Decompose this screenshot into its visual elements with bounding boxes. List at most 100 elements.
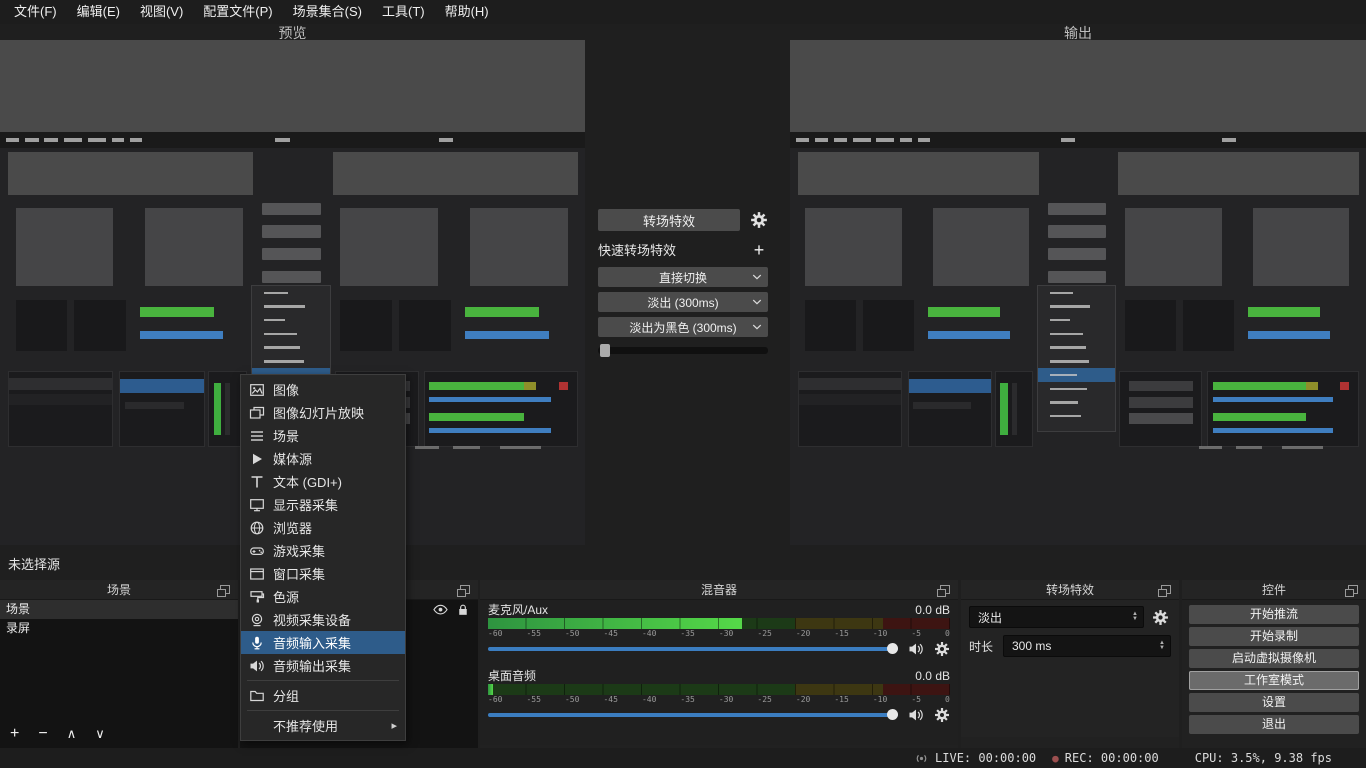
menu-item-folder[interactable]: 分组 (241, 684, 405, 707)
duration-spinbox[interactable]: 300 ms ▲▼ (1003, 635, 1171, 657)
controls-dock: 控件 开始推流开始录制启动虚拟摄像机工作室模式设置退出 (1182, 580, 1366, 748)
menu-tools[interactable]: 工具(T) (372, 0, 435, 24)
spinner-arrows-icon[interactable]: ▲▼ (1159, 641, 1165, 651)
color-icon (249, 589, 265, 605)
menu-help[interactable]: 帮助(H) (435, 0, 499, 24)
scene-item[interactable]: 录屏 (0, 619, 238, 638)
menu-edit[interactable]: 编辑(E) (67, 0, 130, 24)
speaker-mute-icon[interactable] (908, 641, 924, 657)
add-scene-button[interactable]: + (10, 722, 19, 746)
menu-item-scene[interactable]: 场景 (241, 424, 405, 447)
mixer-channels: 麦克风/Aux0.0 dB-60-55-50-45-40-35-30-25-20… (480, 600, 958, 745)
dock-popout-icon[interactable] (460, 585, 470, 594)
submenu-arrow-icon: ▸ (391, 719, 397, 732)
volume-slider-knob[interactable] (887, 709, 898, 720)
menu-separator (247, 680, 399, 681)
menu-item-media[interactable]: 媒体源 (241, 447, 405, 470)
move-scene-up-button[interactable]: ∧ (67, 722, 77, 746)
quick-transition-list: 直接切换淡出 (300ms) 淡出为黑色 (300ms) (598, 267, 768, 337)
audio-meter (488, 684, 950, 695)
menu-item-game[interactable]: 游戏采集 (241, 539, 405, 562)
transition-gear-icon[interactable] (1152, 609, 1169, 626)
browser-icon (249, 520, 265, 536)
mixer-dock-title: 混音器 (701, 581, 737, 598)
scenes-list: 场景录屏 (0, 600, 238, 638)
menu-item-mic[interactable]: 音频输入采集 (241, 631, 405, 654)
status-bar: LIVE: 00:00:00 ● REC: 00:00:00 CPU: 3.5%… (0, 748, 1366, 768)
window-icon (249, 566, 265, 582)
volume-slider[interactable] (488, 713, 898, 717)
transition-controls: 转场特效 快速转场特效 + 直接切换淡出 (300ms) 淡出为黑色 (300ms… (598, 209, 768, 354)
dock-popout-icon[interactable] (1161, 585, 1171, 594)
no-source-selected-text: 未选择源 (8, 554, 60, 573)
menu-scene-collection[interactable]: 场景集合(S) (283, 0, 372, 24)
mixer-channel-name: 桌面音频 (488, 669, 536, 684)
start-recording-button[interactable]: 开始录制 (1189, 627, 1359, 646)
quick-transitions-label: 快速转场特效 (598, 240, 676, 259)
scenes-dock: 场景 场景录屏 + − ∧ ∨ (0, 580, 238, 748)
channel-gear-icon[interactable] (934, 641, 950, 657)
quick-transition-fade[interactable]: 淡出 (300ms) (598, 292, 768, 312)
scene-item[interactable]: 场景 (0, 600, 238, 619)
transition-settings-gear-icon[interactable] (750, 211, 768, 229)
cpu-stats: CPU: 3.5%, 9.38 fps (1195, 751, 1332, 765)
meter-scale: -60-55-50-45-40-35-30-25-20-15-10-50 (488, 695, 950, 705)
transition-select[interactable]: 淡出 ▲▼ (969, 606, 1144, 628)
chevron-down-icon (752, 274, 762, 280)
menu-separator (247, 710, 399, 711)
camera-icon (249, 612, 265, 628)
transition-button[interactable]: 转场特效 (598, 209, 740, 231)
menu-item-display[interactable]: 显示器采集 (241, 493, 405, 516)
menu-item-speaker[interactable]: 音频输出采集 (241, 654, 405, 677)
spinner-arrows-icon[interactable]: ▲▼ (1132, 612, 1138, 622)
duration-label: 时长 (969, 638, 995, 655)
menu-item-text[interactable]: 文本 (GDI+) (241, 470, 405, 493)
add-quick-transition-icon[interactable]: + (750, 241, 768, 259)
transition-slider[interactable] (598, 347, 768, 354)
volume-slider[interactable] (488, 647, 898, 651)
output-canvas-screen-capture[interactable] (790, 40, 1366, 545)
start-streaming-button[interactable]: 开始推流 (1189, 605, 1359, 624)
volume-slider-knob[interactable] (887, 643, 898, 654)
transitions-dock-title: 转场特效 (1046, 581, 1094, 598)
media-icon (249, 451, 265, 467)
menu-item-camera[interactable]: 视频采集设备 (241, 608, 405, 631)
mixer-channel-db: 0.0 dB (915, 603, 950, 618)
menu-item-image[interactable]: 图像 (241, 378, 405, 401)
lock-icon[interactable] (458, 604, 468, 616)
dock-popout-icon[interactable] (220, 585, 230, 594)
menu-item-browser[interactable]: 浏览器 (241, 516, 405, 539)
quick-transition-fade-to-black[interactable]: 淡出为黑色 (300ms) (598, 317, 768, 337)
move-scene-down-button[interactable]: ∨ (95, 722, 105, 746)
dock-popout-icon[interactable] (1348, 585, 1358, 594)
channel-gear-icon[interactable] (934, 707, 950, 723)
menu-item-deprecated[interactable]: 不推荐使用▸ (241, 714, 405, 737)
settings-button[interactable]: 设置 (1189, 693, 1359, 712)
menu-view[interactable]: 视图(V) (130, 0, 193, 24)
menu-item-slideshow[interactable]: 图像幻灯片放映 (241, 401, 405, 424)
exit-button[interactable]: 退出 (1189, 715, 1359, 734)
menu-file[interactable]: 文件(F) (4, 0, 67, 24)
speaker-icon (249, 658, 265, 674)
transition-slider-handle[interactable] (600, 344, 610, 357)
live-time: LIVE: 00:00:00 (935, 751, 1036, 765)
menu-item-color[interactable]: 色源 (241, 585, 405, 608)
studio-mode-button[interactable]: 工作室模式 (1189, 671, 1359, 690)
dock-popout-icon[interactable] (940, 585, 950, 594)
visibility-eye-icon[interactable] (433, 604, 448, 615)
speaker-mute-icon[interactable] (908, 707, 924, 723)
rec-time: REC: 00:00:00 (1065, 751, 1159, 765)
chevron-down-icon (752, 324, 762, 330)
menu-item-window[interactable]: 窗口采集 (241, 562, 405, 585)
slideshow-icon (249, 405, 265, 421)
controls-buttons: 开始推流开始录制启动虚拟摄像机工作室模式设置退出 (1182, 600, 1366, 742)
mixer-channel: 麦克风/Aux0.0 dB-60-55-50-45-40-35-30-25-20… (488, 603, 950, 658)
scene-icon (249, 428, 265, 444)
meter-scale: -60-55-50-45-40-35-30-25-20-15-10-50 (488, 629, 950, 639)
mic-icon (249, 635, 265, 651)
quick-transition-cut[interactable]: 直接切换 (598, 267, 768, 287)
start-virtual-camera-button[interactable]: 启动虚拟摄像机 (1189, 649, 1359, 668)
menu-profile[interactable]: 配置文件(P) (193, 0, 282, 24)
remove-scene-button[interactable]: − (38, 722, 47, 746)
transitions-dock: 转场特效 淡出 ▲▼ 时长 300 ms ▲▼ (961, 580, 1179, 748)
